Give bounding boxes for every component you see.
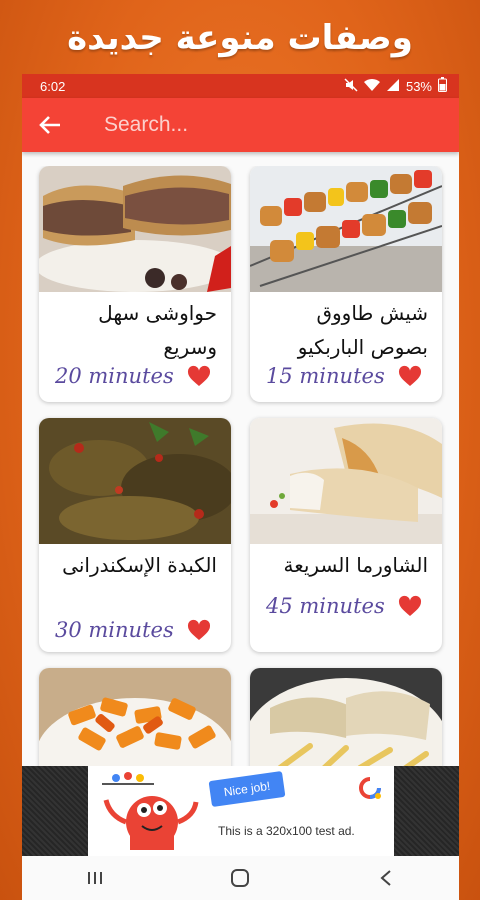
ad-box[interactable]: Nice job! This is a 320x100 test ad. [88, 766, 394, 856]
recipe-card[interactable]: شيش طاووق بصوص الباربكيو 15 minutes [250, 166, 442, 402]
heart-icon[interactable] [187, 619, 211, 641]
recent-apps-icon[interactable] [75, 858, 115, 898]
recipe-minutes: 20 minutes [55, 364, 174, 388]
ad-badge: Nice job! [208, 770, 286, 808]
recipe-card[interactable] [39, 668, 231, 766]
ad-logo-icon [359, 777, 381, 799]
recipe-image-hawawshi [39, 166, 231, 292]
recipe-title: شيش طاووق بصوص الباربكيو [297, 301, 428, 359]
recipe-minutes: 45 minutes [266, 594, 385, 618]
mute-icon [344, 77, 358, 95]
system-nav-bar [22, 856, 459, 900]
recipe-title: حواوشى سهل وسريع [98, 301, 217, 359]
recipe-image-kebda [39, 418, 231, 544]
recipe-card[interactable]: الكبدة الإسكندرانى 30 minutes [39, 418, 231, 652]
wifi-icon [363, 78, 380, 95]
back-nav-icon[interactable] [366, 858, 406, 898]
ad-monster-illustration [102, 772, 199, 850]
recipe-image-shish-tawook [250, 166, 442, 292]
ad-text: This is a 320x100 test ad. [218, 824, 355, 838]
recipe-card[interactable]: حواوشى سهل وسريع 20 minutes [39, 166, 231, 402]
home-icon[interactable] [220, 858, 260, 898]
recipe-title: الكبدة الإسكندرانى [62, 553, 217, 577]
recipe-image-pasta [39, 668, 231, 766]
recipe-minutes: 15 minutes [266, 364, 385, 388]
back-arrow-icon[interactable] [36, 111, 64, 139]
recipe-card[interactable] [250, 668, 442, 766]
status-time: 6:02 [40, 78, 66, 94]
heart-icon[interactable] [398, 365, 422, 387]
recipe-image-shawarma [250, 418, 442, 544]
status-bar: 6:02 53% [22, 74, 459, 98]
phone-screen: 6:02 53% Search... شيش طاووق بصوص البارب… [22, 74, 459, 900]
battery-icon [438, 77, 447, 95]
search-input[interactable] [102, 112, 386, 138]
heart-icon[interactable] [398, 595, 422, 617]
signal-icon [386, 78, 400, 95]
recipe-card[interactable]: الشاورما السريعة 45 minutes [250, 418, 442, 652]
recipe-minutes: 30 minutes [55, 618, 174, 642]
ad-banner[interactable]: Nice job! This is a 320x100 test ad. [22, 766, 459, 856]
recipe-grid: شيش طاووق بصوص الباربكيو 15 minutes حواو… [22, 166, 459, 766]
recipe-image-chicken-pasta [250, 668, 442, 766]
battery-text: 53% [405, 78, 432, 94]
heart-icon[interactable] [187, 365, 211, 387]
app-bar [22, 98, 459, 152]
recipe-title: الشاورما السريعة [283, 553, 428, 577]
banner-title: وصفات منوعة جديدة [67, 18, 413, 58]
